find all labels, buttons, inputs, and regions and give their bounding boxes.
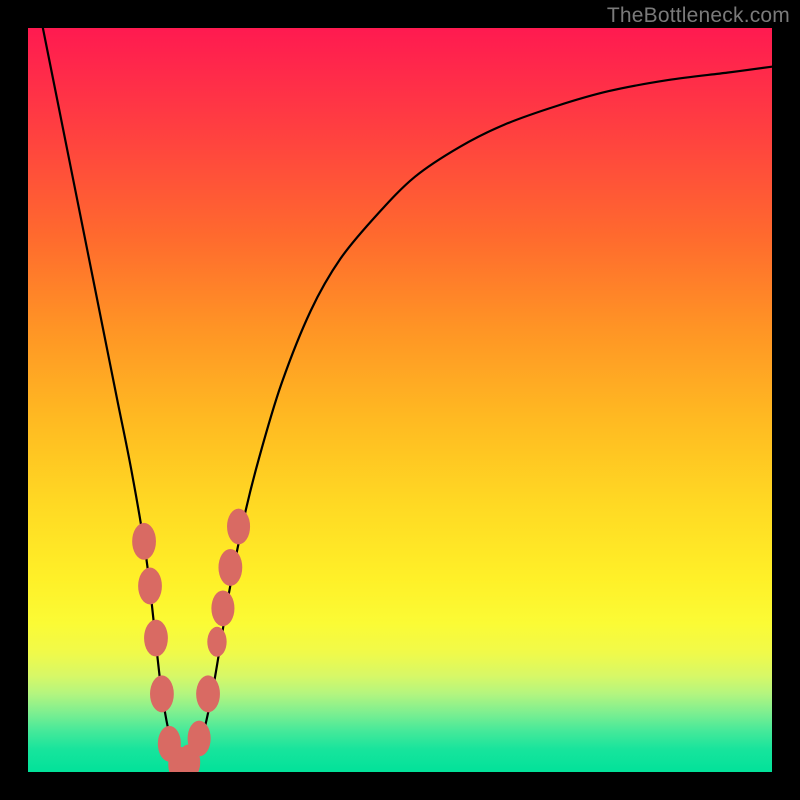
data-marker [227, 509, 250, 545]
data-markers [132, 509, 250, 772]
data-marker [150, 675, 174, 712]
data-marker [211, 590, 234, 626]
data-marker [132, 523, 156, 560]
data-marker [188, 721, 211, 757]
plot-area [28, 28, 772, 772]
chart-frame: TheBottleneck.com [0, 0, 800, 800]
data-marker [196, 675, 220, 712]
data-marker [138, 568, 162, 605]
data-marker [207, 627, 226, 657]
watermark-text: TheBottleneck.com [607, 4, 790, 28]
data-marker [218, 549, 242, 586]
data-marker [144, 620, 168, 657]
curve-layer [28, 28, 772, 772]
